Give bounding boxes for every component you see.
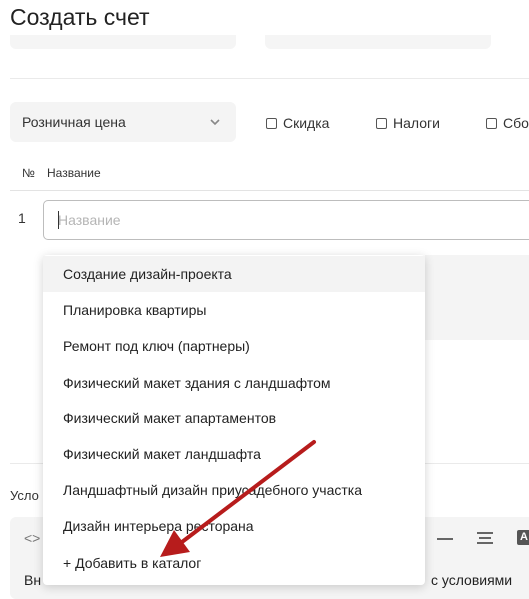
dropdown-item[interactable]: Физический макет апартаментов: [43, 400, 425, 436]
price-type-select[interactable]: Розничная цена: [10, 102, 236, 142]
text-caret: [58, 211, 59, 229]
top-field-right[interactable]: [265, 35, 491, 49]
editor-text-end: с условиями: [431, 572, 513, 588]
align-text-icon[interactable]: [477, 532, 493, 544]
chevron-down-icon: [210, 119, 220, 126]
code-view-icon[interactable]: <>: [24, 530, 40, 546]
checkbox-box: [376, 117, 387, 129]
checkbox-label: Налоги: [393, 115, 440, 131]
catalog-dropdown: Создание дизайн-проекта Планировка кварт…: [43, 255, 425, 585]
text-color-icon[interactable]: A: [517, 530, 529, 545]
table-header-divider: [10, 190, 529, 191]
dropdown-item[interactable]: Дизайн интерьера ресторана: [43, 508, 425, 544]
dropdown-item[interactable]: Ландшафтный дизайн приусадебного участка: [43, 472, 425, 508]
background-panel: [425, 255, 529, 340]
dropdown-item[interactable]: Планировка квартиры: [43, 292, 425, 328]
checkbox-box: [486, 117, 497, 129]
column-header-name: Название: [47, 166, 101, 180]
dropdown-item[interactable]: Физический макет ландшафта: [43, 436, 425, 472]
top-field-left[interactable]: [10, 35, 236, 49]
horizontal-rule-icon[interactable]: [437, 538, 453, 540]
page-title: Создать счет: [10, 4, 150, 30]
column-header-number: №: [22, 166, 35, 180]
conditions-label: Усло: [10, 488, 39, 503]
dropdown-item[interactable]: Физический макет здания с ландшафтом: [43, 365, 425, 401]
discount-checkbox[interactable]: Скидка: [266, 115, 329, 131]
row-number: 1: [18, 210, 26, 226]
price-type-value: Розничная цена: [22, 114, 126, 130]
taxes-checkbox[interactable]: Налоги: [376, 115, 440, 131]
dropdown-item[interactable]: Создание дизайн-проекта: [43, 256, 425, 292]
checkbox-label: Скидка: [283, 115, 330, 131]
fees-checkbox[interactable]: Сбо: [486, 115, 529, 131]
add-to-catalog-item[interactable]: + Добавить в каталог: [43, 545, 425, 581]
editor-text-start: Вн: [24, 572, 42, 588]
dropdown-item[interactable]: Ремонт под ключ (партнеры): [43, 328, 425, 364]
section-divider: [10, 78, 529, 79]
checkbox-box: [266, 117, 277, 129]
item-name-input[interactable]: [43, 200, 529, 240]
checkbox-label: Сбо: [503, 115, 529, 131]
